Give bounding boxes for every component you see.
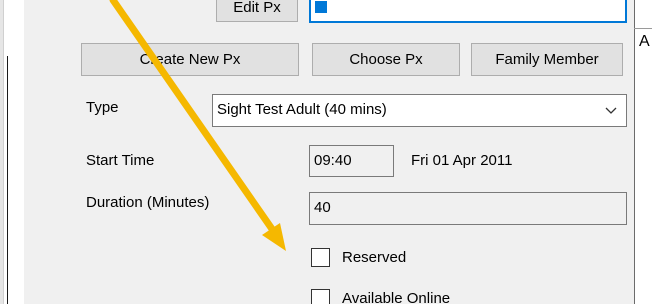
edit-px-button[interactable]: Edit Px	[216, 0, 298, 22]
available-online-checkbox[interactable]	[311, 289, 330, 304]
available-online-checkbox-row[interactable]: Available Online	[311, 289, 450, 304]
reserved-checkbox[interactable]	[311, 248, 330, 267]
start-time-value: 09:40	[314, 152, 352, 169]
background-window-divider	[7, 56, 8, 304]
start-time-field[interactable]: 09:40	[309, 145, 394, 177]
selected-text-highlight	[315, 1, 327, 13]
choose-px-button[interactable]: Choose Px	[312, 43, 460, 76]
screenshot-stage: Edit Px Create New Px Choose Px Family M…	[0, 0, 652, 304]
available-online-label: Available Online	[342, 289, 451, 304]
duration-field[interactable]: 40	[309, 192, 627, 225]
start-date-text: Fri 01 Apr 2011	[411, 152, 513, 169]
type-select[interactable]: Sight Test Adult (40 mins)	[212, 94, 627, 127]
type-select-value: Sight Test Adult (40 mins)	[217, 101, 387, 118]
chevron-down-icon[interactable]	[604, 103, 618, 117]
background-window-edge	[0, 0, 4, 304]
background-window-border	[634, 0, 635, 304]
reserved-checkbox-row[interactable]: Reserved	[311, 248, 406, 267]
reserved-label: Reserved	[342, 248, 407, 266]
family-member-button[interactable]: Family Member	[471, 43, 623, 76]
patient-field[interactable]	[309, 0, 627, 23]
background-window-right: A	[634, 0, 652, 304]
type-label: Type	[86, 99, 119, 116]
background-window-text: A	[639, 33, 650, 50]
background-window-gridline	[634, 28, 652, 29]
start-time-label: Start Time	[86, 152, 155, 169]
create-new-px-button[interactable]: Create New Px	[81, 43, 299, 76]
duration-label: Duration (Minutes)	[86, 194, 210, 211]
duration-value: 40	[314, 199, 331, 216]
appointment-dialog: Edit Px Create New Px Choose Px Family M…	[24, 0, 638, 304]
